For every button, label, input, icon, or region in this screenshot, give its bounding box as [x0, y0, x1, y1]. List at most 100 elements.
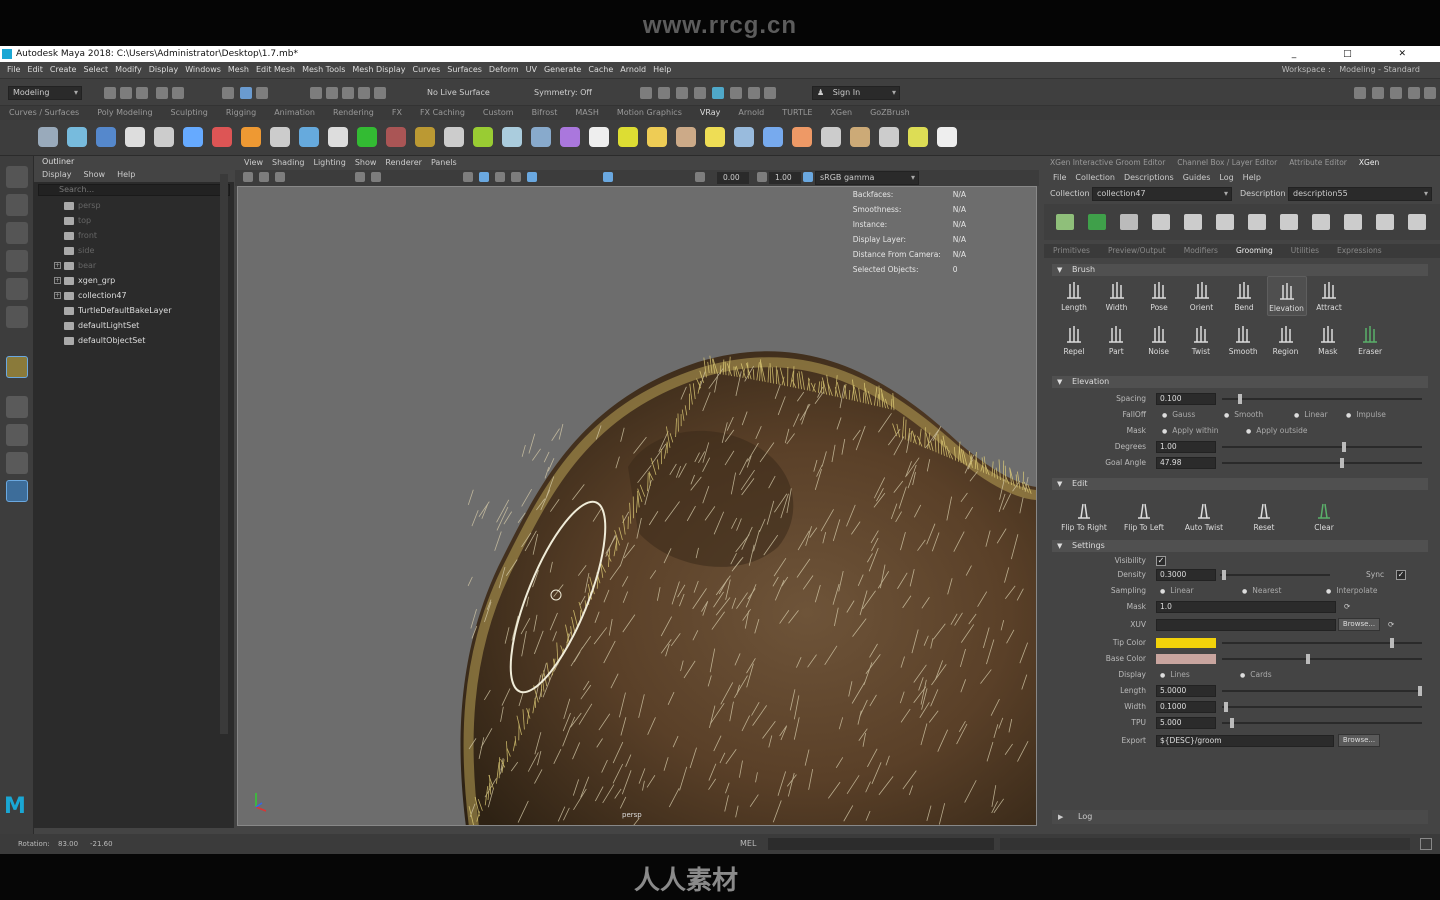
auto-twist-button[interactable]: Auto Twist	[1176, 496, 1232, 536]
outliner-item[interactable]: side	[34, 243, 234, 258]
shelf-tool-icon[interactable]	[734, 127, 754, 147]
brush-orient-button[interactable]: Orient	[1182, 276, 1222, 316]
xgen-toolbar-icon[interactable]	[1408, 214, 1426, 230]
exposure-icon[interactable]	[695, 172, 705, 182]
shelf-tab-rendering[interactable]: Rendering	[324, 106, 383, 120]
ipr-render-icon[interactable]	[676, 87, 688, 99]
viewport-menu-renderer[interactable]: Renderer	[385, 158, 422, 167]
xuv-field[interactable]	[1156, 619, 1336, 631]
outliner-item[interactable]: defaultLightSet	[34, 318, 234, 333]
shelf-tab-fx-caching[interactable]: FX Caching	[411, 106, 474, 120]
bookmarks-icon[interactable]	[275, 172, 285, 182]
apply-outside-radio[interactable]: Apply outside	[1246, 424, 1307, 439]
snap-live-icon[interactable]	[374, 87, 386, 99]
brush-smooth-button[interactable]: Smooth	[1223, 320, 1263, 360]
shelf-tool-icon[interactable]	[879, 127, 899, 147]
outliner-menu-help[interactable]: Help	[117, 170, 135, 179]
select-by-object-icon[interactable]	[240, 87, 252, 99]
shelf-tool-icon[interactable]	[299, 127, 319, 147]
mask-refresh-icon[interactable]: ⟳	[1344, 600, 1350, 614]
xgen-toolbar-icon[interactable]	[1152, 214, 1170, 230]
viewport-menu-show[interactable]: Show	[355, 158, 377, 167]
sign-in-button[interactable]: ♟ Sign In	[812, 86, 900, 100]
xuv-browse-button[interactable]: Browse...	[1338, 618, 1380, 631]
xgen-menu-descriptions[interactable]: Descriptions	[1124, 173, 1174, 182]
shelf-tool-icon[interactable]	[908, 127, 928, 147]
color-management-icon[interactable]	[803, 172, 813, 182]
flip-to-left-button[interactable]: Flip To Left	[1116, 496, 1172, 536]
exposure-field[interactable]: 0.00	[717, 172, 749, 184]
shelf-tool-icon[interactable]	[96, 127, 116, 147]
degrees-slider[interactable]	[1222, 442, 1422, 452]
shelf-tool-icon[interactable]	[792, 127, 812, 147]
four-view-layout-icon[interactable]	[6, 424, 28, 446]
grid-toggle-icon[interactable]	[355, 172, 365, 182]
shelf-tab-animation[interactable]: Animation	[265, 106, 324, 120]
shelf-tab-vray[interactable]: VRay	[691, 106, 730, 120]
menu-cache[interactable]: Cache	[588, 65, 613, 74]
menu-windows[interactable]: Windows	[185, 65, 221, 74]
menu-select[interactable]: Select	[83, 65, 108, 74]
shelf-tool-icon[interactable]	[328, 127, 348, 147]
wireframe-icon[interactable]	[463, 172, 473, 182]
shelf-tab-xgen[interactable]: XGen	[821, 106, 861, 120]
smooth-shade-icon[interactable]	[479, 172, 489, 182]
xgen-menu-guides[interactable]: Guides	[1183, 173, 1211, 182]
render-settings-icon[interactable]	[694, 87, 706, 99]
brush-bend-button[interactable]: Bend	[1224, 276, 1264, 316]
outliner-item[interactable]: top	[34, 213, 234, 228]
brush-width-button[interactable]: Width	[1097, 276, 1137, 316]
xgen-toolbar-icon[interactable]	[1088, 214, 1106, 230]
workspace-value[interactable]: Modeling - Standard	[1339, 65, 1420, 74]
camera-attributes-icon[interactable]	[259, 172, 269, 182]
shelf-tool-icon[interactable]	[589, 127, 609, 147]
redo-icon[interactable]	[172, 87, 184, 99]
brush-attract-button[interactable]: Attract	[1309, 276, 1349, 316]
goal-angle-slider-handle[interactable]	[1340, 458, 1344, 468]
single-view-layout-icon[interactable]	[6, 396, 28, 418]
render-frame-icon[interactable]	[640, 87, 652, 99]
brush-noise-button[interactable]: Noise	[1139, 320, 1179, 360]
mask-expression-field[interactable]: 1.0	[1156, 601, 1336, 613]
outliner-item[interactable]: defaultObjectSet	[34, 333, 234, 348]
snap-grid-icon[interactable]	[310, 87, 322, 99]
tip-color-swatch[interactable]	[1156, 638, 1216, 648]
menu-generate[interactable]: Generate	[544, 65, 581, 74]
select-tool-icon[interactable]	[6, 166, 28, 188]
edit-section-header[interactable]: Edit	[1052, 478, 1428, 490]
brush-region-button[interactable]: Region	[1266, 320, 1306, 360]
tip-color-slider-handle[interactable]	[1390, 638, 1394, 648]
two-view-layout-icon[interactable]	[6, 452, 28, 474]
menu-set-dropdown[interactable]: Modeling	[8, 86, 82, 100]
open-scene-icon[interactable]	[120, 87, 132, 99]
base-color-swatch[interactable]	[1156, 654, 1216, 664]
shelf-tab-arnold[interactable]: Arnold	[729, 106, 773, 120]
shelf-tab-turtle[interactable]: TURTLE	[773, 106, 821, 120]
shelf-tab-gozbrush[interactable]: GoZBrush	[861, 106, 919, 120]
viewport-menu-shading[interactable]: Shading	[272, 158, 305, 167]
shelf-tab-fx[interactable]: FX	[383, 106, 411, 120]
shelf-tool-icon[interactable]	[676, 127, 696, 147]
wireframe-on-shaded-icon[interactable]	[495, 172, 505, 182]
shelf-tab-curves-surfaces[interactable]: Curves / Surfaces	[0, 106, 88, 120]
shelf-tab-poly-modeling[interactable]: Poly Modeling	[88, 106, 161, 120]
falloff-linear-radio[interactable]: Linear	[1294, 408, 1327, 423]
visibility-checkbox[interactable]: ✓	[1156, 556, 1166, 566]
brush-section-header[interactable]: Brush	[1052, 264, 1428, 276]
reset-button[interactable]: Reset	[1236, 496, 1292, 536]
command-line-input[interactable]	[768, 838, 994, 850]
shelf-tool-icon[interactable]	[705, 127, 725, 147]
menu-arnold[interactable]: Arnold	[620, 65, 646, 74]
expand-toggle-icon[interactable]: +	[54, 277, 61, 284]
goal-angle-slider[interactable]	[1222, 458, 1422, 468]
render-sequence-icon[interactable]	[658, 87, 670, 99]
degrees-field[interactable]: 1.00	[1156, 441, 1216, 453]
pause-icon[interactable]	[764, 87, 776, 99]
snap-view-plane-icon[interactable]	[358, 87, 370, 99]
expand-toggle-icon[interactable]: +	[54, 292, 61, 299]
shelf-tool-icon[interactable]	[386, 127, 406, 147]
menu-edit-mesh[interactable]: Edit Mesh	[256, 65, 295, 74]
menu-uv[interactable]: UV	[526, 65, 537, 74]
outliner-item[interactable]: persp	[34, 198, 234, 213]
outliner-item[interactable]: + xgen_grp	[34, 273, 234, 288]
